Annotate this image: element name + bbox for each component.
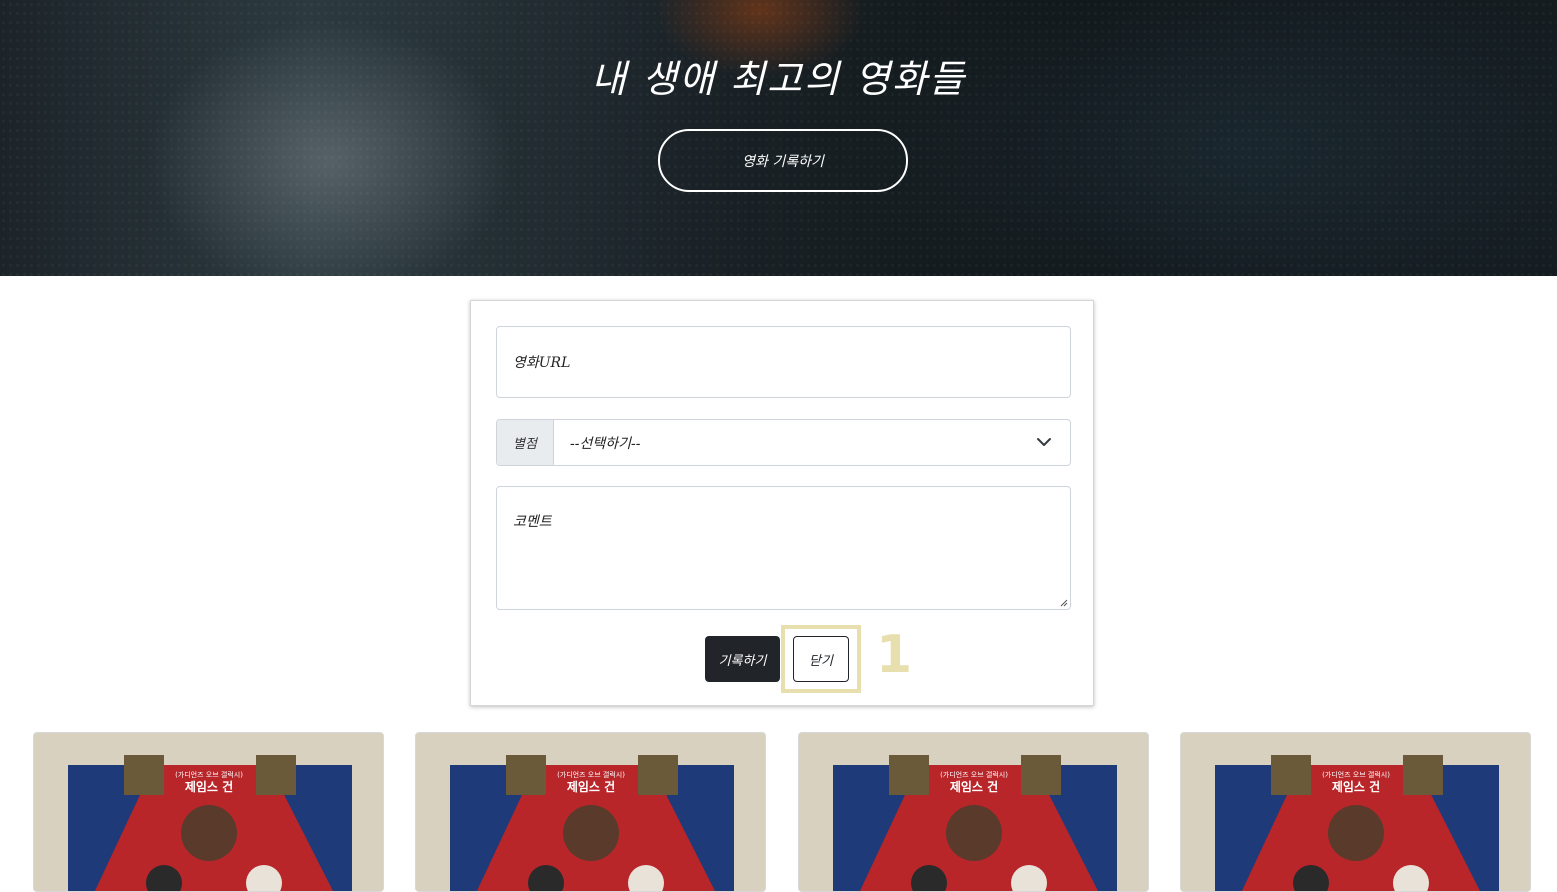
poster-top-text: (가디언즈 오브 갤럭시) — [1322, 770, 1390, 779]
poster-director: 제임스 건 — [1332, 779, 1380, 794]
movie-card[interactable]: (가디언즈 오브 갤럭시) 제임스 건 — [33, 732, 384, 892]
movie-card[interactable]: (가디언즈 오브 갤럭시) 제임스 건 — [798, 732, 1149, 892]
poster-director: 제임스 건 — [567, 779, 615, 794]
movie-poster-image: (가디언즈 오브 갤럭시) 제임스 건 — [416, 733, 765, 891]
comment-placeholder: 코멘트 — [513, 514, 552, 530]
movie-poster-image: (가디언즈 오브 갤럭시) 제임스 건 — [34, 733, 383, 891]
page-title: 내 생애 최고의 영화들 — [591, 57, 966, 101]
poster-top-text: (가디언즈 오브 갤럭시) — [175, 770, 243, 779]
rating-select[interactable]: --선택하기-- — [554, 420, 1070, 465]
resize-handle-icon[interactable] — [1058, 597, 1068, 607]
poster-top-text: (가디언즈 오브 갤럭시) — [557, 770, 625, 779]
movie-poster-image: (가디언즈 오브 갤럭시) 제임스 건 — [799, 733, 1148, 891]
hero-banner: 내 생애 최고의 영화들 영화 기록하기 — [0, 0, 1557, 276]
movie-poster-image: (가디언즈 오브 갤럭시) 제임스 건 — [1181, 733, 1530, 891]
rating-select-group: 별점 --선택하기-- — [496, 419, 1071, 466]
movie-card[interactable]: (가디언즈 오브 갤럭시) 제임스 건 — [1180, 732, 1531, 892]
rating-selected-value: --선택하기-- — [570, 435, 641, 452]
poster-top-text: (가디언즈 오브 갤럭시) — [940, 770, 1008, 779]
annotation-highlight-box — [781, 625, 861, 693]
annotation-marker: 1 — [876, 625, 913, 685]
movie-card[interactable]: (가디언즈 오브 갤럭시) 제임스 건 — [415, 732, 766, 892]
rating-label: 별점 — [497, 420, 554, 465]
poster-director: 제임스 건 — [950, 779, 998, 794]
open-record-form-button[interactable]: 영화 기록하기 — [658, 129, 908, 192]
chevron-down-icon — [1037, 438, 1051, 446]
movie-record-form: 영화URL 별점 --선택하기-- 코멘트 기록하기 닫기 1 — [470, 300, 1094, 706]
movie-url-input[interactable]: 영화URL — [496, 326, 1071, 398]
poster-director: 제임스 건 — [185, 779, 233, 794]
comment-textarea[interactable]: 코멘트 — [496, 486, 1071, 610]
save-button[interactable]: 기록하기 — [705, 636, 780, 682]
